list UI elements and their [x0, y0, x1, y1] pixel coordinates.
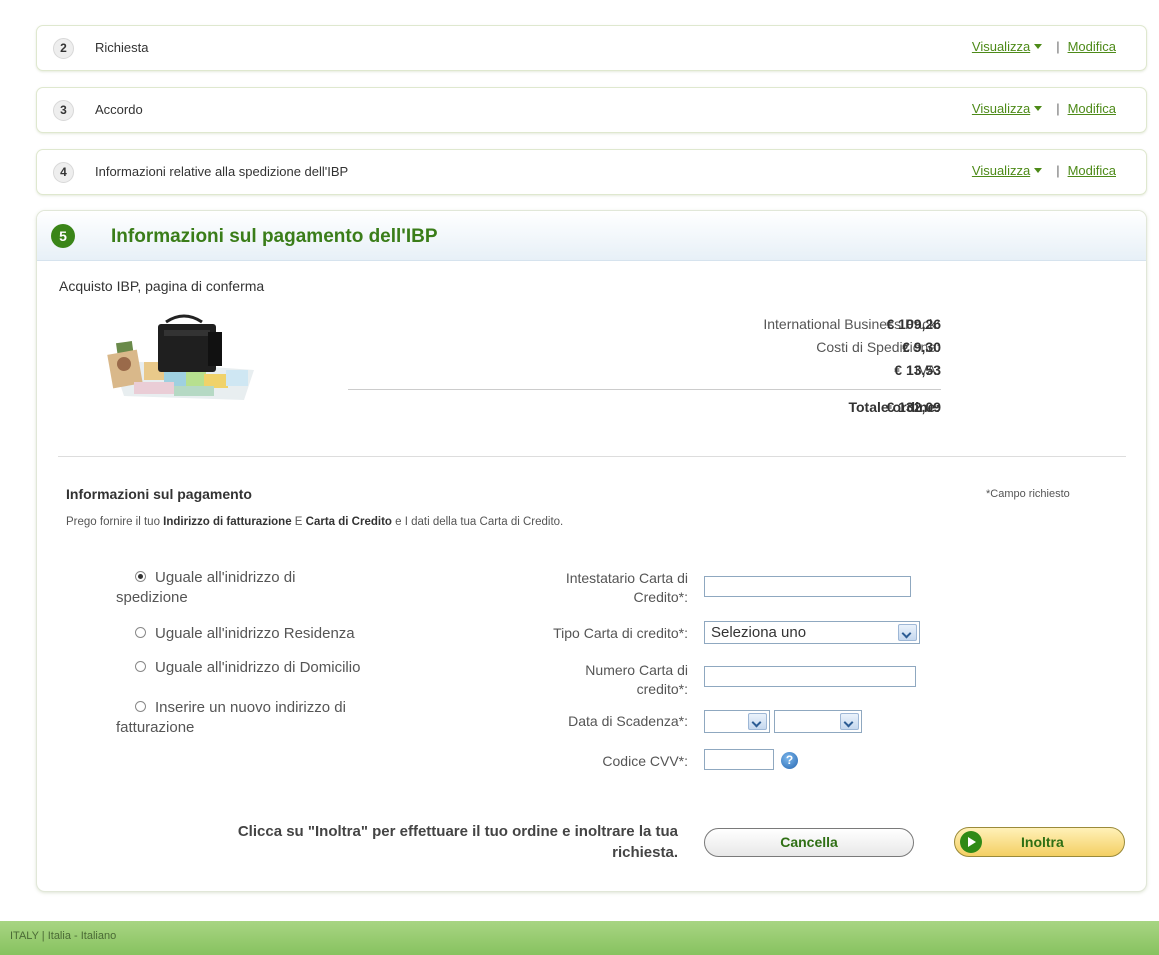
chevron-down-icon[interactable] [1034, 44, 1043, 50]
edit-link[interactable]: Modifica [1068, 163, 1116, 178]
address-option-nuovo[interactable]: Inserire un nuovo indirizzo di fatturazi… [116, 698, 416, 738]
chevron-down-icon[interactable] [1034, 168, 1043, 174]
cvv-input[interactable] [704, 749, 774, 770]
play-icon [960, 831, 982, 853]
step-actions: Visualizza | Modifica [972, 39, 1116, 54]
radio-checked-icon[interactable] [135, 570, 146, 582]
summary-value: € 9,30 [902, 339, 941, 355]
chevron-down-icon[interactable] [1034, 106, 1043, 112]
card-number-label: Numero Carta di credito*: [585, 662, 688, 697]
step-title: Informazioni relative alla spedizione de… [95, 164, 349, 179]
step-actions: Visualizza | Modifica [972, 101, 1116, 116]
payment-instructions: Prego fornire il tuo Indirizzo di fattur… [66, 516, 564, 528]
card-type-label: Tipo Carta di credito*: [553, 625, 688, 641]
card-holder-input[interactable] [704, 576, 911, 597]
step-spedizione: 4 Informazioni relative alla spedizione … [36, 149, 1147, 195]
summary-value: € 13,53 [894, 362, 941, 378]
step-accordo: 3 Accordo Visualizza | Modifica [36, 87, 1147, 133]
footer-bar: ITALY | Italia - Italiano [0, 921, 1159, 955]
edit-link[interactable]: Modifica [1068, 39, 1116, 54]
cancel-button[interactable]: Cancella [704, 828, 914, 857]
chevron-down-icon[interactable] [748, 713, 767, 730]
panel-title: Informazioni sul pagamento dell'IBP [111, 226, 438, 247]
view-link[interactable]: Visualizza [972, 101, 1030, 116]
radio-icon[interactable] [135, 660, 146, 672]
address-option-domicilio[interactable]: Uguale all'inidrizzo di Domicilio [116, 658, 416, 678]
radio-icon[interactable] [135, 626, 146, 638]
radio-icon[interactable] [135, 700, 146, 712]
chevron-down-icon[interactable] [898, 624, 917, 641]
step-actions: Visualizza | Modifica [972, 163, 1116, 178]
submit-note: Clicca su "Inoltra" per effettuare il tu… [237, 823, 678, 861]
address-option-spedizione[interactable]: Uguale all'inidrizzo di spedizione [116, 568, 416, 608]
cvv-label: Codice CVV*: [602, 753, 688, 769]
submit-label: Inoltra [1021, 834, 1064, 850]
edit-link[interactable]: Modifica [1068, 101, 1116, 116]
section-divider [58, 456, 1126, 457]
step-number: 4 [53, 162, 74, 183]
step-number: 5 [51, 224, 75, 248]
step-number: 3 [53, 100, 74, 121]
total-value: € 132,09 [886, 399, 942, 415]
step-title: Accordo [95, 102, 143, 117]
card-number-input[interactable] [704, 666, 916, 687]
panel-header: 5 Informazioni sul pagamento dell'IBP [37, 211, 1146, 261]
expiry-month-select[interactable] [704, 710, 770, 733]
expiry-year-select[interactable] [774, 710, 862, 733]
address-option-residenza[interactable]: Uguale all'inidrizzo Residenza [116, 624, 416, 644]
step-number: 2 [53, 38, 74, 59]
separator: | [1056, 163, 1060, 178]
view-link[interactable]: Visualizza [972, 39, 1030, 54]
card-type-select[interactable]: Seleziona uno [704, 621, 920, 644]
footer-locale[interactable]: ITALY | Italia - Italiano [10, 930, 116, 942]
expiry-label: Data di Scadenza*: [568, 713, 688, 729]
submit-button[interactable]: Inoltra [954, 827, 1125, 857]
summary-value: € 109,26 [886, 316, 942, 332]
separator: | [1056, 101, 1060, 116]
payment-title: Informazioni sul pagamento [66, 486, 252, 502]
separator: | [1056, 39, 1060, 54]
summary-divider [348, 389, 941, 390]
help-icon[interactable]: ? [781, 752, 798, 769]
chevron-down-icon[interactable] [840, 713, 859, 730]
required-note: *Campo richiesto [986, 488, 1070, 500]
product-image [107, 314, 254, 400]
step-richiesta: 2 Richiesta Visualizza | Modifica [36, 25, 1147, 71]
view-link[interactable]: Visualizza [972, 163, 1030, 178]
card-holder-label: Intestatario Carta di Credito*: [565, 570, 688, 605]
step-title: Richiesta [95, 40, 149, 55]
confirmation-title: Acquisto IBP, pagina di conferma [59, 278, 265, 294]
